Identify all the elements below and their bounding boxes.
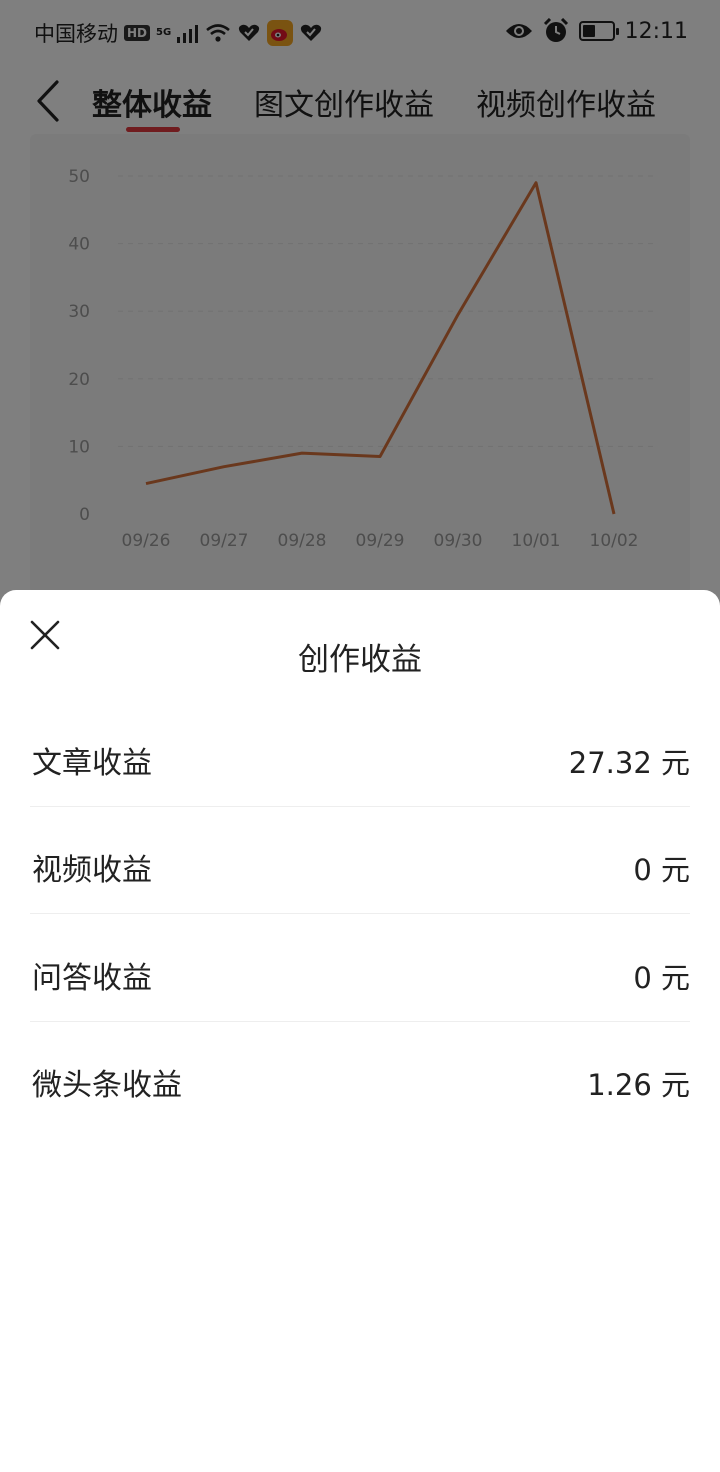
creation-income-sheet: 创作收益 文章收益 27.32 元 视频收益 0 元 问答收益 0 元 微头条收… [0,590,720,1472]
row-value: 0 元 [633,853,690,887]
income-row-video: 视频收益 0 元 [30,807,690,914]
income-row-qa: 问答收益 0 元 [30,915,690,1022]
income-row-article: 文章收益 27.32 元 [30,700,690,807]
row-value: 1.26 元 [587,1068,690,1102]
row-divider [30,913,690,914]
row-value: 27.32 元 [568,746,690,780]
income-row-micro-post: 微头条收益 1.26 元 [30,1022,690,1129]
row-value: 0 元 [633,961,690,995]
row-label: 视频收益 [32,853,152,888]
row-label: 微头条收益 [32,1068,182,1103]
row-label: 文章收益 [32,746,152,781]
sheet-title: 创作收益 [298,642,422,678]
row-label: 问答收益 [32,961,152,996]
